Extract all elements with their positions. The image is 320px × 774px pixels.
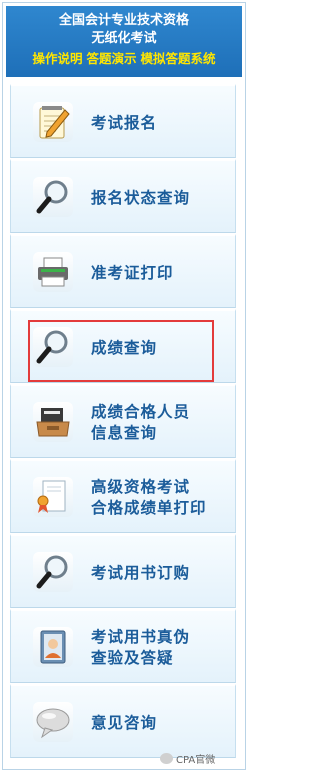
menu-item-feedback[interactable]: 意见咨询	[10, 684, 236, 758]
menu-item-exam-registration[interactable]: 考试报名	[10, 84, 236, 158]
printer-icon	[33, 252, 73, 292]
watermark: CPA官微	[160, 751, 215, 766]
link-instructions[interactable]: 操作说明	[32, 51, 82, 66]
magnifier-icon	[33, 177, 73, 217]
menu-label-admission-ticket-print: 准考证打印	[91, 263, 174, 282]
menu-item-book-verification[interactable]: 考试用书真伪 查验及答疑	[10, 609, 236, 683]
menu-label-exam-registration: 考试报名	[91, 113, 158, 132]
link-mock-system[interactable]: 模拟答题系统	[141, 51, 216, 66]
header-title-line2: 无纸化考试	[91, 31, 157, 46]
menu-label-feedback: 意见咨询	[91, 713, 158, 732]
watermark-text: CPA官微	[176, 755, 216, 766]
notepad-pencil-icon	[33, 102, 73, 142]
certificate-ribbon-icon	[33, 477, 73, 517]
menu-label-registration-status: 报名状态查询	[91, 188, 191, 207]
menu-label-book-order: 考试用书订购	[91, 563, 191, 582]
magnifier-icon	[33, 552, 73, 592]
speech-bubble-icon	[33, 702, 73, 742]
header-links: 操作说明 答题演示 模拟答题系统	[6, 51, 242, 67]
inbox-tray-icon	[33, 402, 73, 442]
header-title-line1: 全国会计专业技术资格	[58, 13, 189, 28]
site-header: 全国会计专业技术资格 无纸化考试 操作说明 答题演示 模拟答题系统	[6, 6, 242, 77]
link-answer-demo[interactable]: 答题演示	[86, 51, 136, 66]
menu-item-book-order[interactable]: 考试用书订购	[10, 534, 236, 608]
menu-item-qualified-info-query[interactable]: 成绩合格人员 信息查询	[10, 384, 236, 458]
menu-item-admission-ticket-print[interactable]: 准考证打印	[10, 234, 236, 308]
user-id-book-icon	[33, 627, 73, 667]
wechat-logo-icon	[160, 753, 173, 764]
menu-item-senior-transcript-print[interactable]: 高级资格考试 合格成绩单打印	[10, 459, 236, 533]
menu-item-registration-status[interactable]: 报名状态查询	[10, 159, 236, 233]
menu-label-senior-transcript-print: 高级资格考试 合格成绩单打印	[91, 478, 207, 517]
menu-label-book-verification: 考试用书真伪 查验及答疑	[91, 628, 191, 667]
menu-label-qualified-info-query: 成绩合格人员 信息查询	[91, 403, 191, 442]
highlight-box	[28, 320, 214, 382]
